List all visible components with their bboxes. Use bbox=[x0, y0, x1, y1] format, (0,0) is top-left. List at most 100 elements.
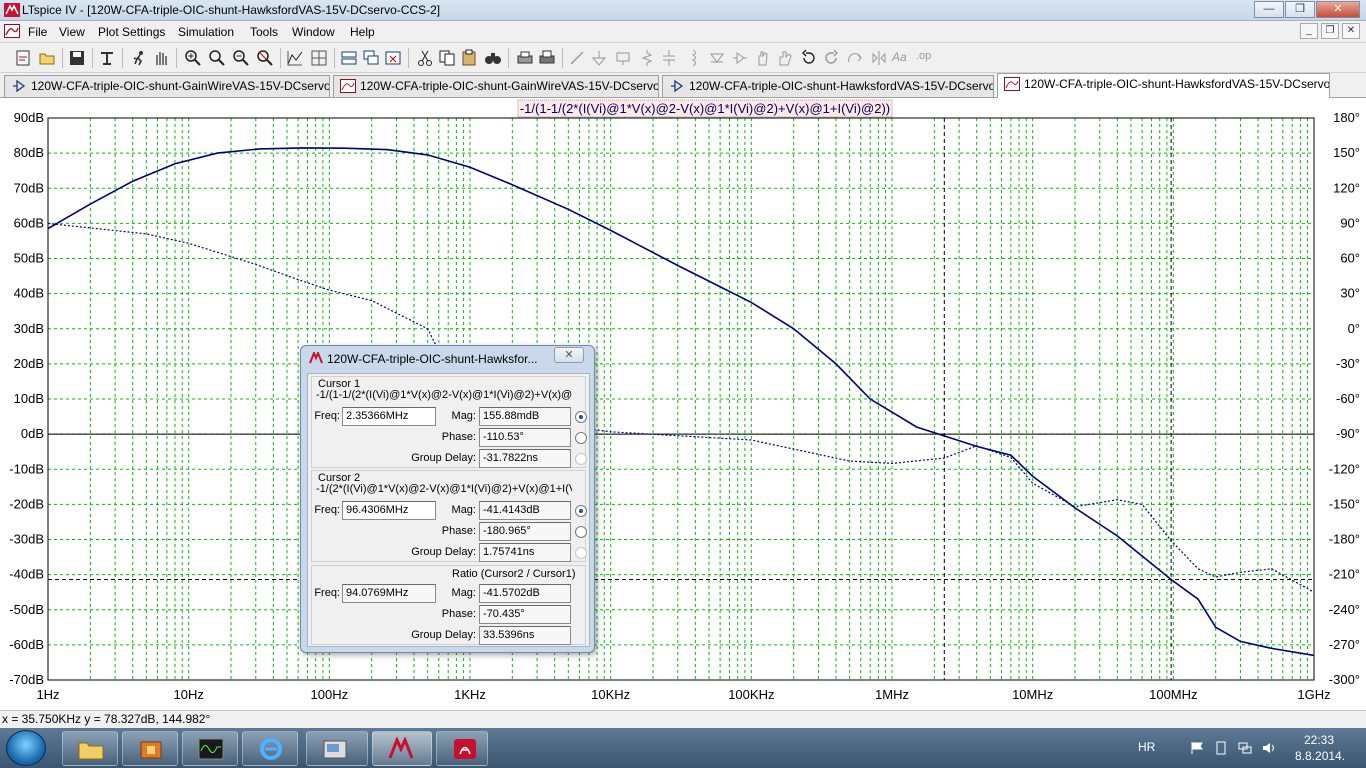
cursor1-phase-field[interactable]: -110.53° bbox=[479, 428, 571, 447]
close-button[interactable]: ✕ bbox=[1316, 1, 1360, 18]
zoom-in-icon[interactable] bbox=[184, 49, 202, 67]
menu-tools[interactable]: Tools bbox=[250, 25, 278, 39]
y-right-tick-label: -300° bbox=[1329, 672, 1360, 687]
cursor1-freq-field[interactable]: 2.35366MHz bbox=[342, 407, 436, 426]
paste-icon[interactable] bbox=[460, 49, 478, 67]
find-icon[interactable] bbox=[484, 49, 502, 67]
waveform-plot-pane[interactable]: 90dB 80dB 70dB 60dB 50dB 40dB 30dB 20dB 10dB 0dB -… bbox=[0, 98, 1366, 710]
y-right-tick-label: -240° bbox=[1329, 602, 1360, 617]
autorange-icon[interactable] bbox=[286, 49, 304, 67]
undo-icon[interactable] bbox=[800, 49, 818, 67]
menu-plot-settings[interactable]: Plot Settings bbox=[98, 25, 165, 39]
flag-icon[interactable] bbox=[1190, 741, 1204, 755]
y-left-tick-label: 90dB bbox=[14, 110, 44, 125]
print-preview-icon[interactable] bbox=[516, 49, 534, 67]
taskbar-pdf-button[interactable] bbox=[436, 731, 488, 766]
taskbar-oscilloscope-button[interactable] bbox=[182, 731, 238, 766]
cursor2-groupdelay-field[interactable]: 1.75741ns bbox=[479, 543, 571, 562]
device-icon[interactable] bbox=[1214, 741, 1228, 755]
y-left-tick-label: 10dB bbox=[14, 391, 44, 406]
cut-icon[interactable] bbox=[416, 49, 434, 67]
phase-trace[interactable] bbox=[47, 222, 1315, 593]
taskbar-app2-button[interactable] bbox=[122, 731, 178, 766]
taskbar-explorer-button[interactable] bbox=[62, 731, 118, 766]
dialog-title[interactable]: 120W-CFA-triple-OIC-shunt-Hawksfor... bbox=[309, 350, 538, 370]
copy-icon[interactable] bbox=[438, 49, 456, 67]
minimize-button[interactable]: — bbox=[1254, 1, 1284, 18]
ratio-mag-field[interactable]: -41.5702dB bbox=[479, 584, 571, 603]
dialog-close-button[interactable]: ✕ bbox=[554, 347, 584, 363]
cursor-readout-dialog[interactable]: 120W-CFA-triple-OIC-shunt-Hawksfor... ✕ … bbox=[300, 345, 595, 653]
ratio-phase-field[interactable]: -70.435° bbox=[479, 605, 571, 624]
open-file-icon[interactable] bbox=[38, 49, 56, 67]
halt-icon[interactable] bbox=[152, 49, 170, 67]
cursor2-freq-field[interactable]: 96.4306MHz bbox=[342, 501, 436, 520]
cursor1-mag-field[interactable]: 155.88mdB bbox=[479, 407, 571, 426]
maximize-button[interactable]: ❐ bbox=[1285, 1, 1315, 18]
volume-icon[interactable] bbox=[1262, 741, 1276, 755]
bode-plot[interactable]: 90dB 80dB 70dB 60dB 50dB 40dB 30dB 20dB 10dB 0dB -… bbox=[0, 98, 1366, 710]
print-icon[interactable] bbox=[538, 49, 556, 67]
tab-schematic-hawksford[interactable]: 120W-CFA-triple-OIC-shunt-HawksfordVAS-1… bbox=[662, 75, 994, 97]
tab-plot-hawksford[interactable]: 120W-CFA-triple-OIC-shunt-HawksfordVAS-1… bbox=[997, 73, 1330, 98]
mdi-close-button[interactable]: ✕ bbox=[1342, 23, 1360, 39]
control-panel-icon[interactable] bbox=[98, 49, 116, 67]
tab-plot-gainwire[interactable]: 120W-CFA-triple-OIC-shunt-GainWireVAS-15… bbox=[333, 75, 659, 97]
cursor2-phase-label: Phase: bbox=[441, 525, 476, 537]
y-left-tick-label: 0dB bbox=[21, 426, 44, 441]
y-left-tick-label: -60dB bbox=[9, 637, 44, 652]
network-icon[interactable] bbox=[1238, 741, 1252, 755]
cursor2-mag-radio[interactable] bbox=[575, 505, 587, 517]
menu-bar: File View Plot Settings Simulation Tools… bbox=[0, 21, 1366, 43]
cursor1-groupdelay-field[interactable]: -31.7822ns bbox=[479, 449, 571, 468]
y-right-tick-label: -30° bbox=[1336, 356, 1360, 371]
mirror-icon bbox=[872, 51, 886, 65]
grid-icon[interactable] bbox=[310, 49, 328, 67]
trace-expression-label[interactable]: -1/(1-1/(2*(I(Vi)@1*V(x)@2-V(x)@1*I(Vi)@… bbox=[520, 101, 890, 116]
cascade-icon[interactable] bbox=[362, 49, 380, 67]
start-button[interactable] bbox=[6, 730, 46, 766]
clock-date[interactable]: 8.8.2014. bbox=[1295, 749, 1345, 763]
folder-icon bbox=[78, 742, 104, 760]
close-all-icon[interactable] bbox=[384, 49, 402, 67]
run-icon[interactable] bbox=[130, 49, 148, 67]
cursor1-phase-radio[interactable] bbox=[575, 432, 587, 444]
cursor1-groupdelay-label: Group Delay: bbox=[411, 452, 476, 464]
y-right-tick-label: -210° bbox=[1329, 567, 1360, 582]
menu-help[interactable]: Help bbox=[350, 25, 375, 39]
cursor2-groupdelay-radio[interactable] bbox=[575, 547, 587, 559]
menu-file[interactable]: File bbox=[28, 25, 47, 39]
cursor1-mag-radio[interactable] bbox=[575, 411, 587, 423]
save-icon[interactable] bbox=[68, 49, 86, 67]
cursor2-phase-field[interactable]: -180.965° bbox=[479, 522, 571, 541]
taskbar-ltspice-button[interactable] bbox=[372, 731, 432, 766]
clock-time[interactable]: 22:33 bbox=[1304, 733, 1334, 747]
zoom-full-icon[interactable] bbox=[256, 49, 274, 67]
cursor2-phase-radio[interactable] bbox=[575, 526, 587, 538]
ratio-freq-field[interactable]: 94.0769MHz bbox=[342, 584, 436, 603]
menu-view[interactable]: View bbox=[59, 25, 85, 39]
ratio-phase-label: Phase: bbox=[441, 608, 476, 620]
taskbar-ie-button[interactable] bbox=[242, 731, 298, 766]
pan-icon[interactable] bbox=[208, 49, 226, 67]
cursor2-mag-field[interactable]: -41.4143dB bbox=[479, 501, 571, 520]
x-tick-label: 1Hz bbox=[36, 687, 59, 702]
cursor1-groupdelay-radio[interactable] bbox=[575, 453, 587, 465]
menu-window[interactable]: Window bbox=[292, 25, 335, 39]
tab-schematic-gainwire[interactable]: 120W-CFA-triple-OIC-shunt-GainWireVAS-15… bbox=[4, 75, 330, 97]
text-tool-icon: Aa bbox=[892, 50, 907, 64]
y-left-tick-label: 30dB bbox=[14, 321, 44, 336]
y-left-tick-label: -10dB bbox=[9, 461, 44, 476]
zoom-out-icon[interactable] bbox=[232, 49, 250, 67]
mdi-minimize-button[interactable]: _ bbox=[1300, 23, 1318, 39]
new-schematic-icon[interactable] bbox=[14, 49, 32, 67]
schematic-icon bbox=[13, 79, 26, 93]
ratio-groupdelay-field[interactable]: 33.5396ns bbox=[479, 626, 571, 645]
taskbar-app5-button[interactable] bbox=[306, 731, 368, 766]
plot-window-icon[interactable] bbox=[4, 24, 20, 38]
menu-simulation[interactable]: Simulation bbox=[178, 25, 234, 39]
mdi-restore-button[interactable]: ❐ bbox=[1321, 23, 1339, 39]
tile-horizontal-icon[interactable] bbox=[340, 49, 358, 67]
input-language[interactable]: HR bbox=[1138, 740, 1155, 754]
tab-label: 120W-CFA-triple-OIC-shunt-GainWireVAS-15… bbox=[360, 79, 659, 93]
